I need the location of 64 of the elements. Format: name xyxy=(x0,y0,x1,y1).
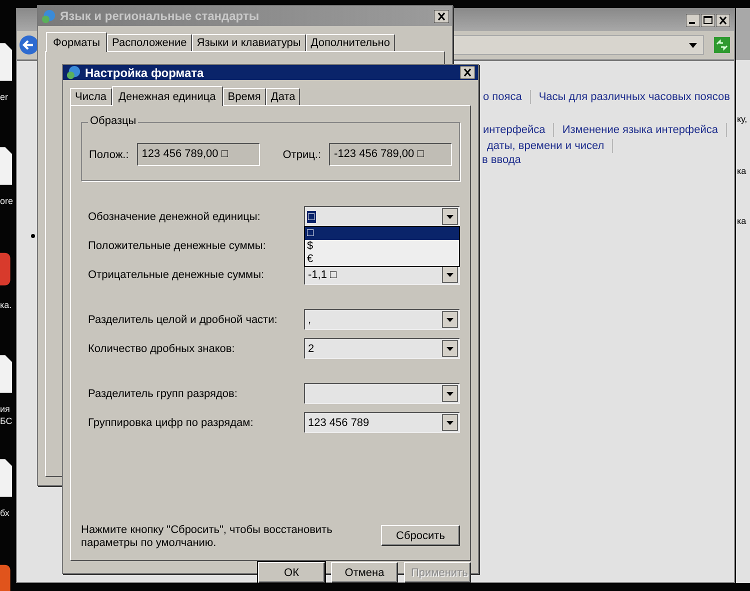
window-text: ка xyxy=(737,166,746,176)
icon-label: БС xyxy=(0,416,12,427)
document-icon[interactable] xyxy=(0,144,12,188)
close-icon[interactable] xyxy=(460,66,475,79)
document-icon[interactable] xyxy=(0,352,12,396)
minimize-icon[interactable] xyxy=(686,14,700,26)
tab[interactable]: Денежная единица xyxy=(112,86,223,106)
group-title: Образцы xyxy=(88,115,138,127)
dropdown-field[interactable]: 2 xyxy=(304,338,460,359)
window-text: ка xyxy=(737,216,746,226)
link[interactable]: даты, времени и чисел xyxy=(487,140,604,152)
document-icon[interactable] xyxy=(0,456,12,500)
dropdown-field[interactable]: , xyxy=(304,309,460,330)
tab[interactable]: Время xyxy=(222,88,266,105)
dropdown-field[interactable]: □ xyxy=(304,206,460,227)
sample-field: 123 456 789,00 □ xyxy=(136,143,260,166)
close-icon[interactable] xyxy=(716,14,730,26)
dropdown-option[interactable]: € xyxy=(305,253,459,266)
window-text: ку, xyxy=(737,114,748,124)
tab[interactable]: Дата xyxy=(266,88,300,105)
field-label: Количество дробных знаков: xyxy=(88,342,235,354)
dropdown-field[interactable] xyxy=(304,383,460,404)
tab[interactable]: Дополнительно xyxy=(306,34,395,51)
link[interactable]: в ввода xyxy=(482,154,521,166)
icon-label: ка. xyxy=(0,300,12,311)
icon-label: ore xyxy=(0,196,14,207)
tab[interactable]: Форматы xyxy=(46,32,107,52)
maximize-icon[interactable] xyxy=(701,14,715,26)
document-icon[interactable] xyxy=(0,40,12,84)
dialog-button[interactable]: Отмена xyxy=(331,562,398,583)
close-icon[interactable] xyxy=(434,10,449,22)
tab[interactable]: Расположение xyxy=(106,34,192,51)
window-title: Настройка формата xyxy=(85,66,205,80)
field-label: Разделитель групп разрядов: xyxy=(88,388,238,400)
field-label: Полож.: xyxy=(89,148,129,160)
field-label: Отрицательные денежные суммы: xyxy=(88,268,264,280)
field-label: Положительные денежные суммы: xyxy=(88,240,266,252)
title-bar xyxy=(736,8,750,60)
tab[interactable]: Числа xyxy=(70,88,112,105)
refresh-icon[interactable] xyxy=(714,37,730,53)
link[interactable]: Часы для различных часовых поясов xyxy=(538,91,730,103)
field-label: Разделитель целой и дробной части: xyxy=(88,314,278,326)
tab[interactable]: Языки и клавиатуры xyxy=(192,34,306,51)
link[interactable]: о пояса xyxy=(483,91,522,103)
bullet-icon xyxy=(31,234,35,238)
icon-label: ия xyxy=(0,404,10,415)
globe-icon xyxy=(66,65,81,80)
dropdown-option[interactable]: $ xyxy=(305,240,459,253)
icon-label: er xyxy=(0,92,8,103)
field-label: Обозначение денежной единицы: xyxy=(88,210,260,222)
dropdown-option[interactable]: □ xyxy=(305,227,459,240)
window-title: Язык и региональные стандарты xyxy=(60,9,260,23)
sample-field: -123 456 789,00 □ xyxy=(329,143,452,166)
hint-text: Нажмите кнопку "Сбросить", чтобы восстановить параметры по умолчанию. xyxy=(81,524,334,550)
dropdown-field[interactable]: 123 456 789 xyxy=(304,412,460,433)
dialog-button[interactable]: ОК xyxy=(258,562,325,583)
icon-label: бх xyxy=(0,508,10,519)
globe-icon xyxy=(41,8,56,24)
link[interactable]: интерфейса xyxy=(483,124,546,136)
field-label: Отриц.: xyxy=(282,148,322,160)
dropdown-arrow-icon[interactable] xyxy=(689,42,697,48)
field-label: Группировка цифр по разрядам: xyxy=(88,416,254,428)
reset-button[interactable]: Сбросить xyxy=(381,525,460,546)
link[interactable]: Изменение языка интерфейса xyxy=(562,124,718,136)
